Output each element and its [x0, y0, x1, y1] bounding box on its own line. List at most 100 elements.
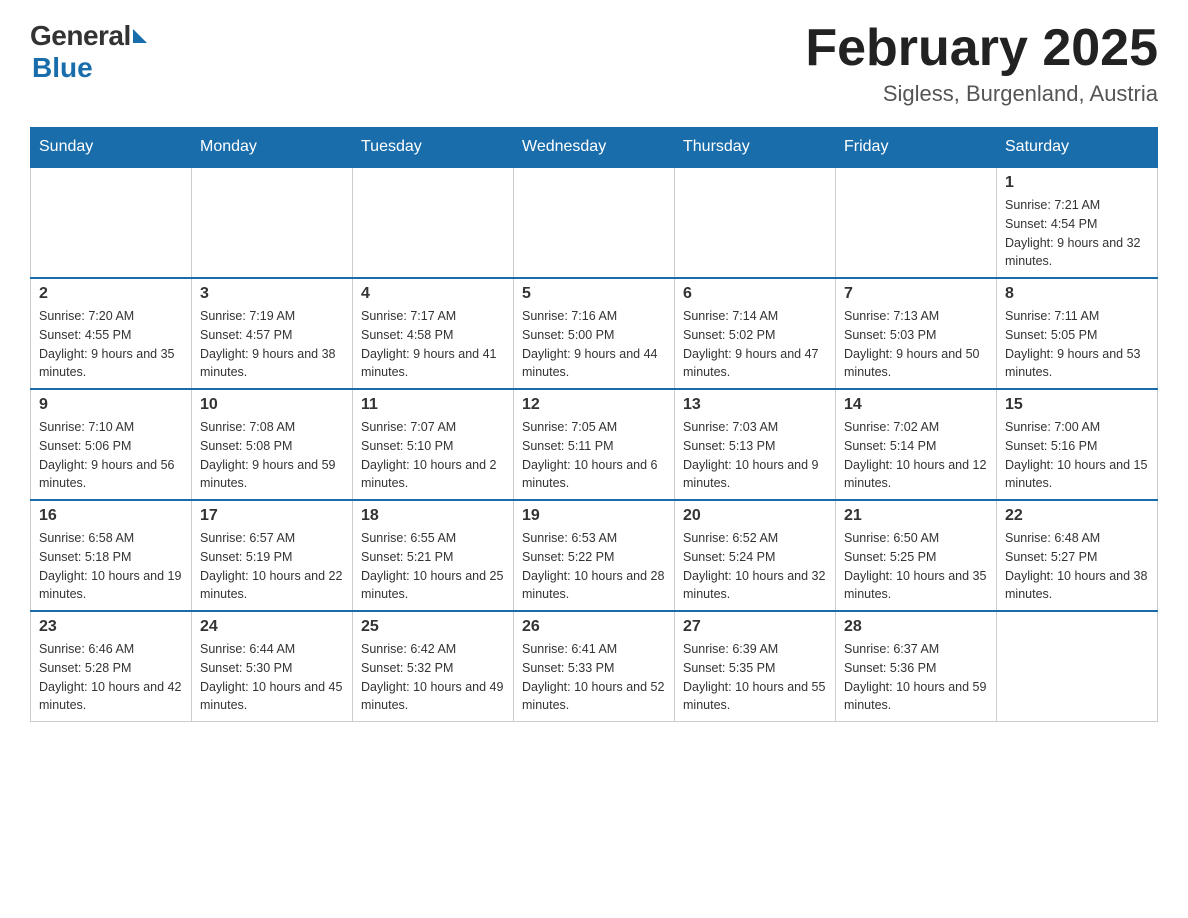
calendar-cell: 25 Sunrise: 6:42 AMSunset: 5:32 PMDayligh… — [353, 611, 514, 722]
day-sun-info: Sunrise: 7:02 AMSunset: 5:14 PMDaylight:… — [844, 418, 988, 493]
calendar-cell: 15 Sunrise: 7:00 AMSunset: 5:16 PMDayligh… — [997, 389, 1158, 500]
page-header: General Blue February 2025 Sigless, Burg… — [30, 20, 1158, 107]
calendar-cell: 16 Sunrise: 6:58 AMSunset: 5:18 PMDayligh… — [31, 500, 192, 611]
day-number: 15 — [1005, 396, 1149, 414]
day-sun-info: Sunrise: 7:20 AMSunset: 4:55 PMDaylight:… — [39, 307, 183, 382]
weekday-header-sunday: Sunday — [31, 128, 192, 168]
calendar-cell: 12 Sunrise: 7:05 AMSunset: 5:11 PMDayligh… — [514, 389, 675, 500]
day-sun-info: Sunrise: 6:53 AMSunset: 5:22 PMDaylight:… — [522, 529, 666, 604]
calendar-cell: 19 Sunrise: 6:53 AMSunset: 5:22 PMDayligh… — [514, 500, 675, 611]
calendar-cell: 4 Sunrise: 7:17 AMSunset: 4:58 PMDaylight… — [353, 278, 514, 389]
location-subtitle: Sigless, Burgenland, Austria — [805, 81, 1158, 107]
calendar-week-row: 23 Sunrise: 6:46 AMSunset: 5:28 PMDayligh… — [31, 611, 1158, 722]
day-sun-info: Sunrise: 6:41 AMSunset: 5:33 PMDaylight:… — [522, 640, 666, 715]
calendar-cell: 18 Sunrise: 6:55 AMSunset: 5:21 PMDayligh… — [353, 500, 514, 611]
day-number: 1 — [1005, 174, 1149, 192]
calendar-cell: 1Sunrise: 7:21 AMSunset: 4:54 PMDaylight… — [997, 167, 1158, 278]
day-number: 5 — [522, 285, 666, 303]
day-sun-info: Sunrise: 6:52 AMSunset: 5:24 PMDaylight:… — [683, 529, 827, 604]
day-number: 4 — [361, 285, 505, 303]
weekday-header-thursday: Thursday — [675, 128, 836, 168]
day-sun-info: Sunrise: 7:07 AMSunset: 5:10 PMDaylight:… — [361, 418, 505, 493]
weekday-header-saturday: Saturday — [997, 128, 1158, 168]
day-sun-info: Sunrise: 7:05 AMSunset: 5:11 PMDaylight:… — [522, 418, 666, 493]
calendar-week-row: 16 Sunrise: 6:58 AMSunset: 5:18 PMDayligh… — [31, 500, 1158, 611]
day-number: 27 — [683, 618, 827, 636]
calendar-cell: 17Sunrise: 6:57 AMSunset: 5:19 PMDayligh… — [192, 500, 353, 611]
calendar-cell — [514, 167, 675, 278]
day-sun-info: Sunrise: 7:11 AMSunset: 5:05 PMDaylight:… — [1005, 307, 1149, 382]
weekday-header-tuesday: Tuesday — [353, 128, 514, 168]
calendar-cell: 9 Sunrise: 7:10 AMSunset: 5:06 PMDaylight… — [31, 389, 192, 500]
day-sun-info: Sunrise: 6:37 AMSunset: 5:36 PMDaylight:… — [844, 640, 988, 715]
day-number: 26 — [522, 618, 666, 636]
day-number: 12 — [522, 396, 666, 414]
calendar-cell — [997, 611, 1158, 722]
day-sun-info: Sunrise: 7:17 AMSunset: 4:58 PMDaylight:… — [361, 307, 505, 382]
logo: General Blue — [30, 20, 147, 84]
day-sun-info: Sunrise: 7:13 AMSunset: 5:03 PMDaylight:… — [844, 307, 988, 382]
calendar-cell: 5 Sunrise: 7:16 AMSunset: 5:00 PMDaylight… — [514, 278, 675, 389]
calendar-cell: 20 Sunrise: 6:52 AMSunset: 5:24 PMDayligh… — [675, 500, 836, 611]
day-number: 21 — [844, 507, 988, 525]
calendar-table: SundayMondayTuesdayWednesdayThursdayFrid… — [30, 127, 1158, 722]
calendar-cell: 24Sunrise: 6:44 AMSunset: 5:30 PMDayligh… — [192, 611, 353, 722]
weekday-header-row: SundayMondayTuesdayWednesdayThursdayFrid… — [31, 128, 1158, 168]
calendar-week-row: 9 Sunrise: 7:10 AMSunset: 5:06 PMDaylight… — [31, 389, 1158, 500]
day-number: 3 — [200, 285, 344, 303]
day-number: 8 — [1005, 285, 1149, 303]
day-sun-info: Sunrise: 7:10 AMSunset: 5:06 PMDaylight:… — [39, 418, 183, 493]
day-sun-info: Sunrise: 6:50 AMSunset: 5:25 PMDaylight:… — [844, 529, 988, 604]
logo-general-text: General — [30, 20, 131, 52]
calendar-cell — [836, 167, 997, 278]
day-number: 2 — [39, 285, 183, 303]
calendar-cell — [675, 167, 836, 278]
day-number: 23 — [39, 618, 183, 636]
day-number: 16 — [39, 507, 183, 525]
day-sun-info: Sunrise: 7:03 AMSunset: 5:13 PMDaylight:… — [683, 418, 827, 493]
calendar-cell: 13 Sunrise: 7:03 AMSunset: 5:13 PMDayligh… — [675, 389, 836, 500]
day-number: 7 — [844, 285, 988, 303]
day-sun-info: Sunrise: 6:46 AMSunset: 5:28 PMDaylight:… — [39, 640, 183, 715]
weekday-header-friday: Friday — [836, 128, 997, 168]
calendar-cell: 2 Sunrise: 7:20 AMSunset: 4:55 PMDaylight… — [31, 278, 192, 389]
day-sun-info: Sunrise: 6:57 AMSunset: 5:19 PMDaylight:… — [200, 529, 344, 604]
calendar-cell: 28Sunrise: 6:37 AMSunset: 5:36 PMDayligh… — [836, 611, 997, 722]
day-sun-info: Sunrise: 7:08 AMSunset: 5:08 PMDaylight:… — [200, 418, 344, 493]
calendar-cell: 22Sunrise: 6:48 AMSunset: 5:27 PMDayligh… — [997, 500, 1158, 611]
title-section: February 2025 Sigless, Burgenland, Austr… — [805, 20, 1158, 107]
day-number: 25 — [361, 618, 505, 636]
day-number: 13 — [683, 396, 827, 414]
calendar-cell: 23 Sunrise: 6:46 AMSunset: 5:28 PMDayligh… — [31, 611, 192, 722]
day-sun-info: Sunrise: 6:58 AMSunset: 5:18 PMDaylight:… — [39, 529, 183, 604]
calendar-cell: 8 Sunrise: 7:11 AMSunset: 5:05 PMDaylight… — [997, 278, 1158, 389]
day-sun-info: Sunrise: 7:19 AMSunset: 4:57 PMDaylight:… — [200, 307, 344, 382]
calendar-cell — [353, 167, 514, 278]
day-sun-info: Sunrise: 7:00 AMSunset: 5:16 PMDaylight:… — [1005, 418, 1149, 493]
logo-blue-text: Blue — [32, 52, 93, 84]
calendar-cell — [192, 167, 353, 278]
day-sun-info: Sunrise: 7:16 AMSunset: 5:00 PMDaylight:… — [522, 307, 666, 382]
day-sun-info: Sunrise: 6:44 AMSunset: 5:30 PMDaylight:… — [200, 640, 344, 715]
calendar-cell: 6 Sunrise: 7:14 AMSunset: 5:02 PMDaylight… — [675, 278, 836, 389]
day-number: 18 — [361, 507, 505, 525]
weekday-header-wednesday: Wednesday — [514, 128, 675, 168]
calendar-cell: 27 Sunrise: 6:39 AMSunset: 5:35 PMDayligh… — [675, 611, 836, 722]
day-sun-info: Sunrise: 6:55 AMSunset: 5:21 PMDaylight:… — [361, 529, 505, 604]
day-sun-info: Sunrise: 6:39 AMSunset: 5:35 PMDaylight:… — [683, 640, 827, 715]
day-number: 11 — [361, 396, 505, 414]
calendar-week-row: 2 Sunrise: 7:20 AMSunset: 4:55 PMDaylight… — [31, 278, 1158, 389]
day-number: 20 — [683, 507, 827, 525]
calendar-cell: 10 Sunrise: 7:08 AMSunset: 5:08 PMDayligh… — [192, 389, 353, 500]
day-sun-info: Sunrise: 7:14 AMSunset: 5:02 PMDaylight:… — [683, 307, 827, 382]
month-year-title: February 2025 — [805, 20, 1158, 77]
calendar-cell: 3 Sunrise: 7:19 AMSunset: 4:57 PMDaylight… — [192, 278, 353, 389]
day-number: 9 — [39, 396, 183, 414]
day-sun-info: Sunrise: 6:42 AMSunset: 5:32 PMDaylight:… — [361, 640, 505, 715]
day-number: 22 — [1005, 507, 1149, 525]
calendar-week-row: 1Sunrise: 7:21 AMSunset: 4:54 PMDaylight… — [31, 167, 1158, 278]
day-number: 6 — [683, 285, 827, 303]
day-number: 19 — [522, 507, 666, 525]
day-number: 14 — [844, 396, 988, 414]
day-number: 10 — [200, 396, 344, 414]
